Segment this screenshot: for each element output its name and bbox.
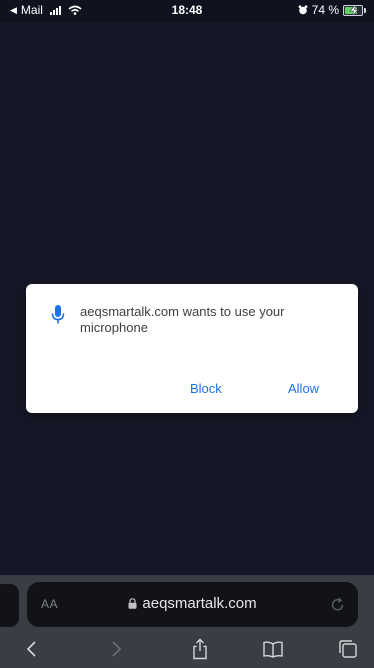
address-bar[interactable]: AA aeqsmartalk.com [27, 582, 358, 627]
status-bar: ◀ Mail 18:48 74 % [0, 0, 374, 22]
allow-button[interactable]: Allow [288, 378, 319, 398]
reload-icon[interactable] [330, 597, 345, 612]
browser-toolbar [0, 630, 374, 668]
alarm-icon [298, 5, 308, 15]
back-icon[interactable] [21, 638, 43, 660]
charging-bolt-icon [349, 5, 359, 15]
battery-icon [343, 4, 363, 16]
tabs-icon[interactable] [337, 638, 359, 660]
block-button[interactable]: Block [190, 378, 222, 398]
forward-icon[interactable] [105, 638, 127, 660]
microphone-icon [51, 305, 65, 324]
url-display[interactable]: aeqsmartalk.com [27, 595, 358, 612]
microphone-permission-dialog: aeqsmartalk.com wants to use your microp… [26, 284, 358, 413]
battery-percent: 74 % [311, 3, 339, 17]
url-text[interactable]: aeqsmartalk.com [142, 595, 256, 612]
share-icon[interactable] [189, 638, 211, 660]
status-right: 74 % [298, 3, 366, 17]
browser-chrome: AA aeqsmartalk.com [0, 575, 374, 668]
previous-tab-preview[interactable] [0, 584, 19, 627]
bookmarks-icon[interactable] [262, 638, 284, 660]
permission-message: aeqsmartalk.com wants to use your microp… [80, 304, 285, 335]
lock-icon [128, 598, 137, 609]
battery-cap [364, 7, 366, 13]
